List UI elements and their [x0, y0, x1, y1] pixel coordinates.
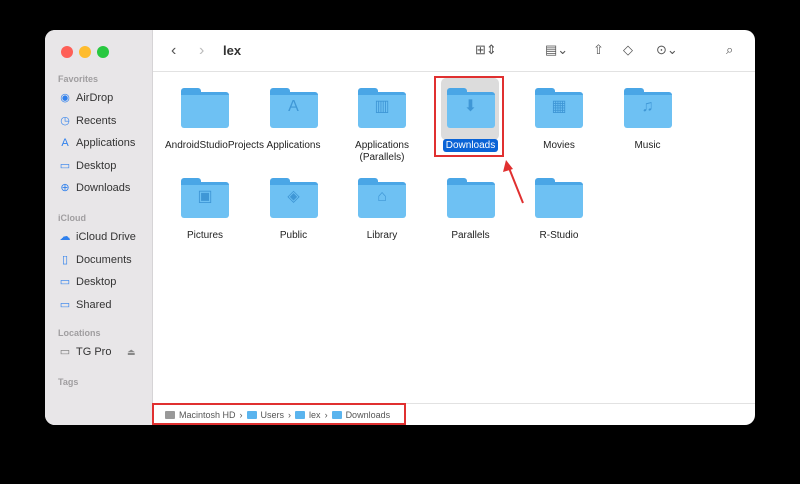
annotation-arrow [503, 160, 524, 204]
